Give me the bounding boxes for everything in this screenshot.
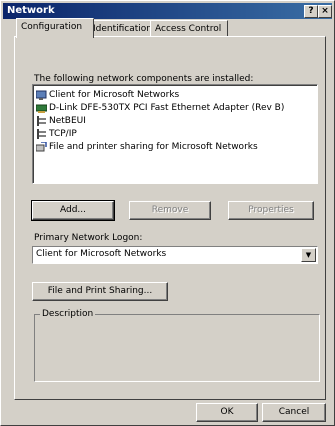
- close-button[interactable]: ×: [318, 5, 332, 18]
- list-item[interactable]: Client for Microsoft Networks: [35, 89, 179, 101]
- remove-button: Remove: [129, 201, 211, 220]
- list-item[interactable]: TCP/IP: [36, 128, 77, 140]
- tab-configuration[interactable]: Configuration: [16, 18, 94, 38]
- tab-identification[interactable]: Identification: [88, 20, 158, 37]
- help-button[interactable]: ?: [304, 5, 318, 18]
- properties-button: Properties: [228, 201, 314, 220]
- window-title: Network: [7, 5, 55, 16]
- add-button[interactable]: Add...: [31, 200, 115, 221]
- ok-button[interactable]: OK: [196, 403, 258, 422]
- list-item[interactable]: File and printer sharing for Microsoft N…: [35, 141, 258, 153]
- cancel-button[interactable]: Cancel: [262, 403, 326, 422]
- title-bar[interactable]: Network ? ×: [3, 3, 332, 19]
- components-label: The following network components are ins…: [34, 74, 254, 84]
- primary-logon-label: Primary Network Logon:: [34, 233, 143, 243]
- protocol-icon: [36, 116, 47, 126]
- description-group: [34, 314, 320, 382]
- tab-access-control[interactable]: Access Control: [150, 20, 228, 37]
- description-title: Description: [40, 309, 96, 319]
- primary-logon-select[interactable]: Client for Microsoft Networks ▼: [32, 246, 318, 264]
- file-and-print-sharing-button[interactable]: File and Print Sharing...: [32, 282, 168, 301]
- list-item[interactable]: NetBEUI: [36, 115, 86, 127]
- components-list[interactable]: Client for Microsoft Networks D-Link DFE…: [32, 84, 318, 184]
- client-icon: [35, 90, 47, 100]
- protocol-icon: [36, 129, 47, 139]
- sharing-service-icon: [35, 141, 47, 152]
- primary-logon-value: Client for Microsoft Networks: [36, 249, 167, 259]
- chevron-down-icon[interactable]: ▼: [301, 248, 316, 262]
- list-item[interactable]: D-Link DFE-530TX PCI Fast Ethernet Adapt…: [35, 102, 284, 114]
- network-adapter-icon: [35, 103, 48, 113]
